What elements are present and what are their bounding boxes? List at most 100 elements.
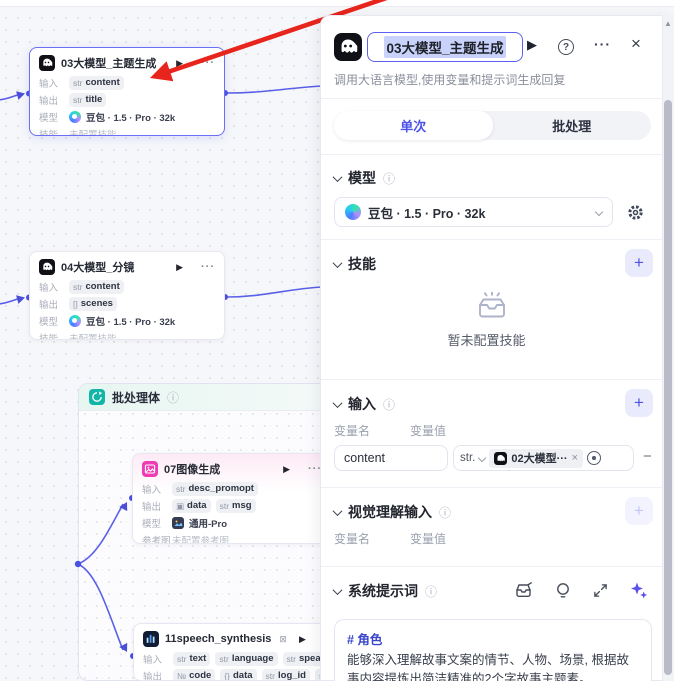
row-label: 模型: [39, 112, 59, 124]
model-name: 豆包 · 1.5 · Pro · 32k: [86, 316, 176, 328]
more-menu-button[interactable]: ···: [594, 36, 611, 52]
var-tag: strmsg: [215, 498, 256, 513]
empty-inbox-icon: [479, 292, 505, 318]
model-section-header[interactable]: 模型 ⓘ: [332, 167, 395, 189]
info-icon[interactable]: ⓘ: [439, 504, 451, 521]
chevron-down-icon[interactable]: [332, 505, 343, 516]
chevron-down-icon[interactable]: [332, 171, 343, 182]
expand-icon[interactable]: [593, 583, 608, 598]
info-icon[interactable]: ⓘ: [425, 583, 437, 600]
model-select[interactable]: 豆包 · 1.5 · Pro · 32k: [334, 197, 613, 227]
add-vision-input-button: +: [625, 497, 653, 525]
chevron-down-icon[interactable]: [332, 397, 343, 408]
var-tag: ▣ data: [172, 498, 211, 513]
vision-section-header[interactable]: 视觉理解输入 ⓘ: [332, 501, 451, 523]
row-label: 输入: [143, 654, 163, 666]
close-panel-button[interactable]: ×: [631, 34, 641, 54]
doubao-logo-icon: [69, 314, 81, 327]
reference-picker-icon[interactable]: [587, 451, 602, 465]
node-config-panel: 03大模型_主题生成 ▶ ? ··· × 调用大语言模型,使用变量和提示词生成回…: [320, 15, 674, 681]
tab-batch[interactable]: 批处理: [493, 111, 652, 140]
llm-node-icon: [39, 259, 55, 275]
node-description: 调用大语言模型,使用变量和提示词生成回复: [334, 73, 566, 87]
image-node-icon: [142, 461, 158, 477]
idea-bulb-icon[interactable]: [555, 582, 571, 599]
image-model-icon: [172, 516, 184, 529]
var-tag: str title: [69, 92, 107, 107]
remove-reference-icon[interactable]: ×: [572, 452, 578, 464]
node-07-image-generation[interactable]: 07图像生成 ▶ ··· 输入 str desc_promopt 输出 ▣ data…: [132, 453, 332, 544]
batch-node-icon: [89, 389, 105, 405]
prompt-library-icon[interactable]: [515, 582, 533, 598]
add-input-button[interactable]: +: [625, 389, 653, 417]
chevron-down-icon[interactable]: [332, 257, 343, 268]
top-toolbar-edge: [0, 0, 674, 7]
row-label: 输出: [39, 299, 59, 311]
prompt-heading: # 角色: [347, 633, 383, 647]
llm-node-icon: [494, 451, 508, 465]
row-label: 参考图: [142, 535, 171, 544]
node-run-icon[interactable]: ▶: [176, 262, 183, 273]
row-label: 技能: [39, 333, 59, 340]
gear-icon[interactable]: [626, 203, 645, 222]
row-label: 模型: [39, 316, 59, 328]
var-tag: str language: [215, 651, 278, 666]
input-value-field[interactable]: str. 02大模型··· ×: [453, 445, 634, 471]
llm-node-icon: [334, 33, 362, 61]
var-tag: str text: [173, 651, 211, 666]
prompt-section-header[interactable]: 系统提示词 ⓘ: [332, 580, 437, 602]
input-name-field[interactable]: content: [334, 445, 448, 471]
system-prompt-editor[interactable]: # 角色 能够深入理解故事文案的情节、人物、场景, 根据故事内容提炼出简洁精准的…: [334, 619, 652, 681]
chevron-down-icon: [594, 207, 604, 217]
help-icon[interactable]: ?: [558, 39, 574, 55]
var-tag: № code: [173, 668, 216, 680]
model-name: 豆包 · 1.5 · Pro · 32k: [86, 112, 176, 124]
var-tag: str content: [69, 279, 124, 294]
node-more-icon[interactable]: ···: [201, 261, 215, 273]
row-label: 模型: [142, 518, 162, 530]
node-run-icon[interactable]: ▶: [176, 58, 183, 69]
row-label: 输入: [39, 282, 59, 294]
node-11-speech-synthesis[interactable]: 11speech_synthesis ⊠ ▶ ··· 输入 strtext st…: [133, 623, 338, 681]
node-more-icon[interactable]: ···: [201, 57, 215, 69]
node-title: 03大模型_主题生成: [61, 58, 157, 70]
skill-empty: 未配置技能: [69, 333, 117, 340]
mode-tabs: 单次 批处理: [334, 111, 651, 140]
info-icon[interactable]: ⓘ: [383, 396, 395, 413]
node-run-icon[interactable]: ▶: [299, 634, 306, 645]
skill-empty-text: 暂未配置技能: [447, 333, 526, 348]
node-03-llm-topic[interactable]: 03大模型_主题生成 ▶ ··· 输入 str content 输出 str tit…: [29, 47, 225, 136]
doubao-logo-icon: [345, 204, 361, 220]
batch-title: 批处理体: [112, 390, 161, 405]
skill-empty: 未配置技能: [69, 129, 117, 136]
model-name: 通用-Pro: [189, 518, 228, 530]
var-tag: str content: [69, 75, 124, 90]
doubao-logo-icon: [69, 110, 81, 123]
node-title: 07图像生成: [164, 464, 221, 476]
run-node-button[interactable]: ▶: [522, 37, 542, 53]
node-run-icon[interactable]: ▶: [283, 464, 290, 475]
plugin-badge-icon: ⊠: [279, 633, 287, 644]
ai-optimize-sparkle-icon[interactable]: [630, 581, 648, 599]
ref-empty: 未配置参考图: [172, 535, 230, 544]
chevron-down-icon[interactable]: [332, 584, 343, 595]
type-select[interactable]: str.: [460, 452, 475, 464]
info-icon[interactable]: ⓘ: [167, 389, 179, 406]
llm-node-icon: [39, 55, 55, 71]
info-icon[interactable]: ⓘ: [383, 170, 395, 187]
input-column-headers: 变量名 变量值: [334, 424, 447, 438]
add-skill-button[interactable]: +: [625, 249, 653, 277]
panel-scrollbar-thumb[interactable]: [664, 100, 672, 675]
remove-input-row-button[interactable]: −: [643, 448, 652, 465]
input-section-header[interactable]: 输入 ⓘ: [332, 393, 395, 415]
var-tag: [] scenes: [69, 296, 117, 311]
node-title-input[interactable]: 03大模型_主题生成: [367, 32, 523, 62]
workflow-editor: 批处理体 ⓘ 03大模型_主题生成 ▶ ··· 输入 str content 输出…: [0, 0, 674, 681]
tab-single[interactable]: 单次: [334, 111, 493, 140]
row-label: 输入: [142, 484, 162, 496]
node-04-llm-storyboard[interactable]: 04大模型_分镜 ▶ ··· 输入 str content 输出 [] scenes…: [29, 251, 225, 340]
scrollbar-up-icon[interactable]: ▲: [664, 19, 672, 28]
skill-section-header[interactable]: 技能: [332, 253, 376, 275]
node-title: 11speech_synthesis: [165, 633, 272, 645]
reference-chip[interactable]: 02大模型··· ×: [489, 448, 584, 468]
